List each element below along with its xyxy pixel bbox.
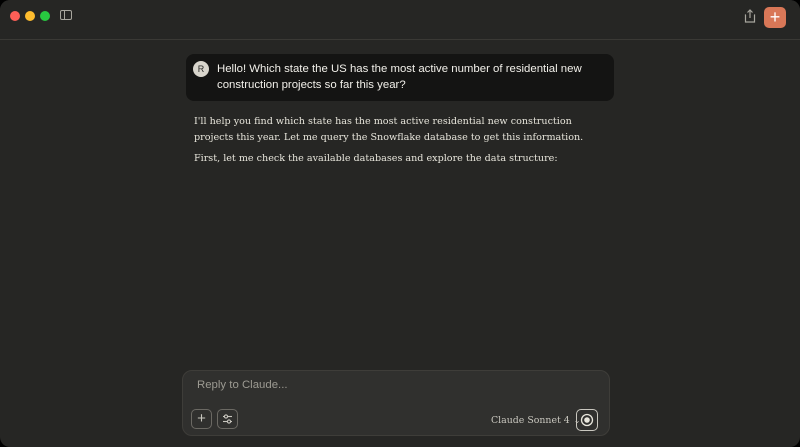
avatar: R [193, 61, 209, 77]
sidebar-toggle-icon[interactable] [60, 10, 72, 20]
title-bar: + [0, 0, 800, 40]
reply-input[interactable] [195, 376, 595, 394]
sliders-icon [223, 414, 232, 424]
share-icon[interactable] [743, 8, 757, 24]
voice-icon [580, 413, 594, 427]
plus-icon: + [769, 7, 781, 27]
composer: + Claude Sonnet 4⌄ [182, 370, 610, 436]
maximize-icon[interactable] [40, 11, 50, 21]
tools-button[interactable] [217, 409, 238, 429]
minimize-icon[interactable] [25, 11, 35, 21]
model-name: Claude Sonnet 4 [491, 415, 570, 426]
new-chat-button[interactable]: + [764, 7, 786, 28]
assistant-paragraph: First, let me check the available databa… [194, 153, 558, 165]
user-message-text: Hello! Which state the US has the most a… [217, 63, 582, 91]
plus-icon: + [197, 410, 206, 427]
model-selector[interactable]: Claude Sonnet 4 ⌄ [491, 415, 580, 426]
close-icon[interactable] [10, 11, 20, 21]
assistant-message: I'll help you find which state has the m… [194, 114, 604, 173]
app-window: + R Hello! Which state the US has the mo… [0, 0, 800, 447]
attach-button[interactable]: + [191, 409, 212, 429]
assistant-paragraph: I'll help you find which state has the m… [194, 116, 584, 143]
user-message: R Hello! Which state the US has the most… [186, 54, 614, 101]
voice-mode-button[interactable] [576, 409, 598, 431]
